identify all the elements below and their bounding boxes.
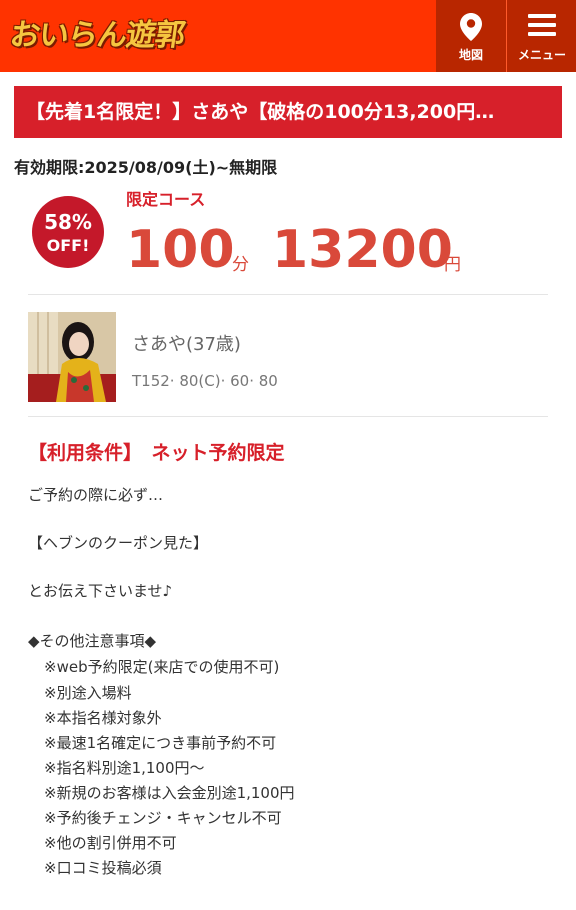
note-item: ※他の割引併用不可 — [44, 834, 177, 852]
course-minutes: 100 — [126, 220, 235, 280]
note-item: ※指名料別途1,100円～ — [44, 759, 205, 777]
conditions-intro-1: ご予約の際に必ず… — [28, 486, 164, 504]
map-pin-icon — [460, 13, 482, 41]
girl-stats: T152· 80(C)· 60· 80 — [132, 372, 278, 390]
conditions-intro-2: 【ヘブンのクーポン見た】 — [28, 534, 209, 552]
discount-percent: 58% — [44, 210, 92, 234]
coupon-title-bar: 【先着1名限定！】さあや【破格の100分13,200円… — [14, 86, 562, 138]
course-label: 限定コース — [126, 190, 206, 209]
map-button[interactable]: 地図 — [436, 0, 506, 72]
price-unit: 円 — [444, 255, 461, 275]
hamburger-menu-icon — [528, 14, 556, 36]
course-price: 13200 — [272, 220, 453, 280]
minutes-unit: 分 — [232, 255, 249, 275]
discount-off-label: OFF! — [46, 236, 90, 255]
note-item: ※web予約限定(来店での使用不可) — [44, 658, 280, 676]
divider — [28, 294, 548, 295]
note-item: ※別途入場料 — [44, 684, 132, 702]
discount-badge: 58% OFF! — [32, 196, 104, 268]
note-item: ※予約後チェンジ・キャンセル不可 — [44, 809, 282, 827]
girl-name[interactable]: さあや(37歳) — [132, 330, 241, 356]
menu-button[interactable]: メニュー — [506, 0, 576, 72]
note-item: ※新規のお客様は入会金別途1,100円 — [44, 784, 295, 802]
conditions-intro-3: とお伝え下さいませ♪ — [28, 582, 173, 600]
divider — [28, 416, 548, 417]
girl-photo[interactable] — [28, 312, 116, 402]
note-item: ※最速1名確定につき事前予約不可 — [44, 734, 277, 752]
conditions-title: 【利用条件】 ネット予約限定 — [28, 442, 285, 464]
map-button-label: 地図 — [458, 48, 483, 62]
girl-photo-image — [28, 312, 116, 402]
note-item: ※口コミ投稿必須 — [44, 859, 162, 877]
site-header: おいらん遊郭 地図 メニュー — [0, 0, 576, 72]
note-item: ※本指名様対象外 — [44, 709, 162, 727]
site-logo[interactable]: おいらん遊郭 — [7, 14, 187, 58]
menu-button-label: メニュー — [517, 48, 566, 62]
notes-heading: ◆その他注意事項◆ — [28, 632, 157, 650]
validity-period: 有効期限:2025/08/09(土)~無期限 — [14, 158, 278, 177]
